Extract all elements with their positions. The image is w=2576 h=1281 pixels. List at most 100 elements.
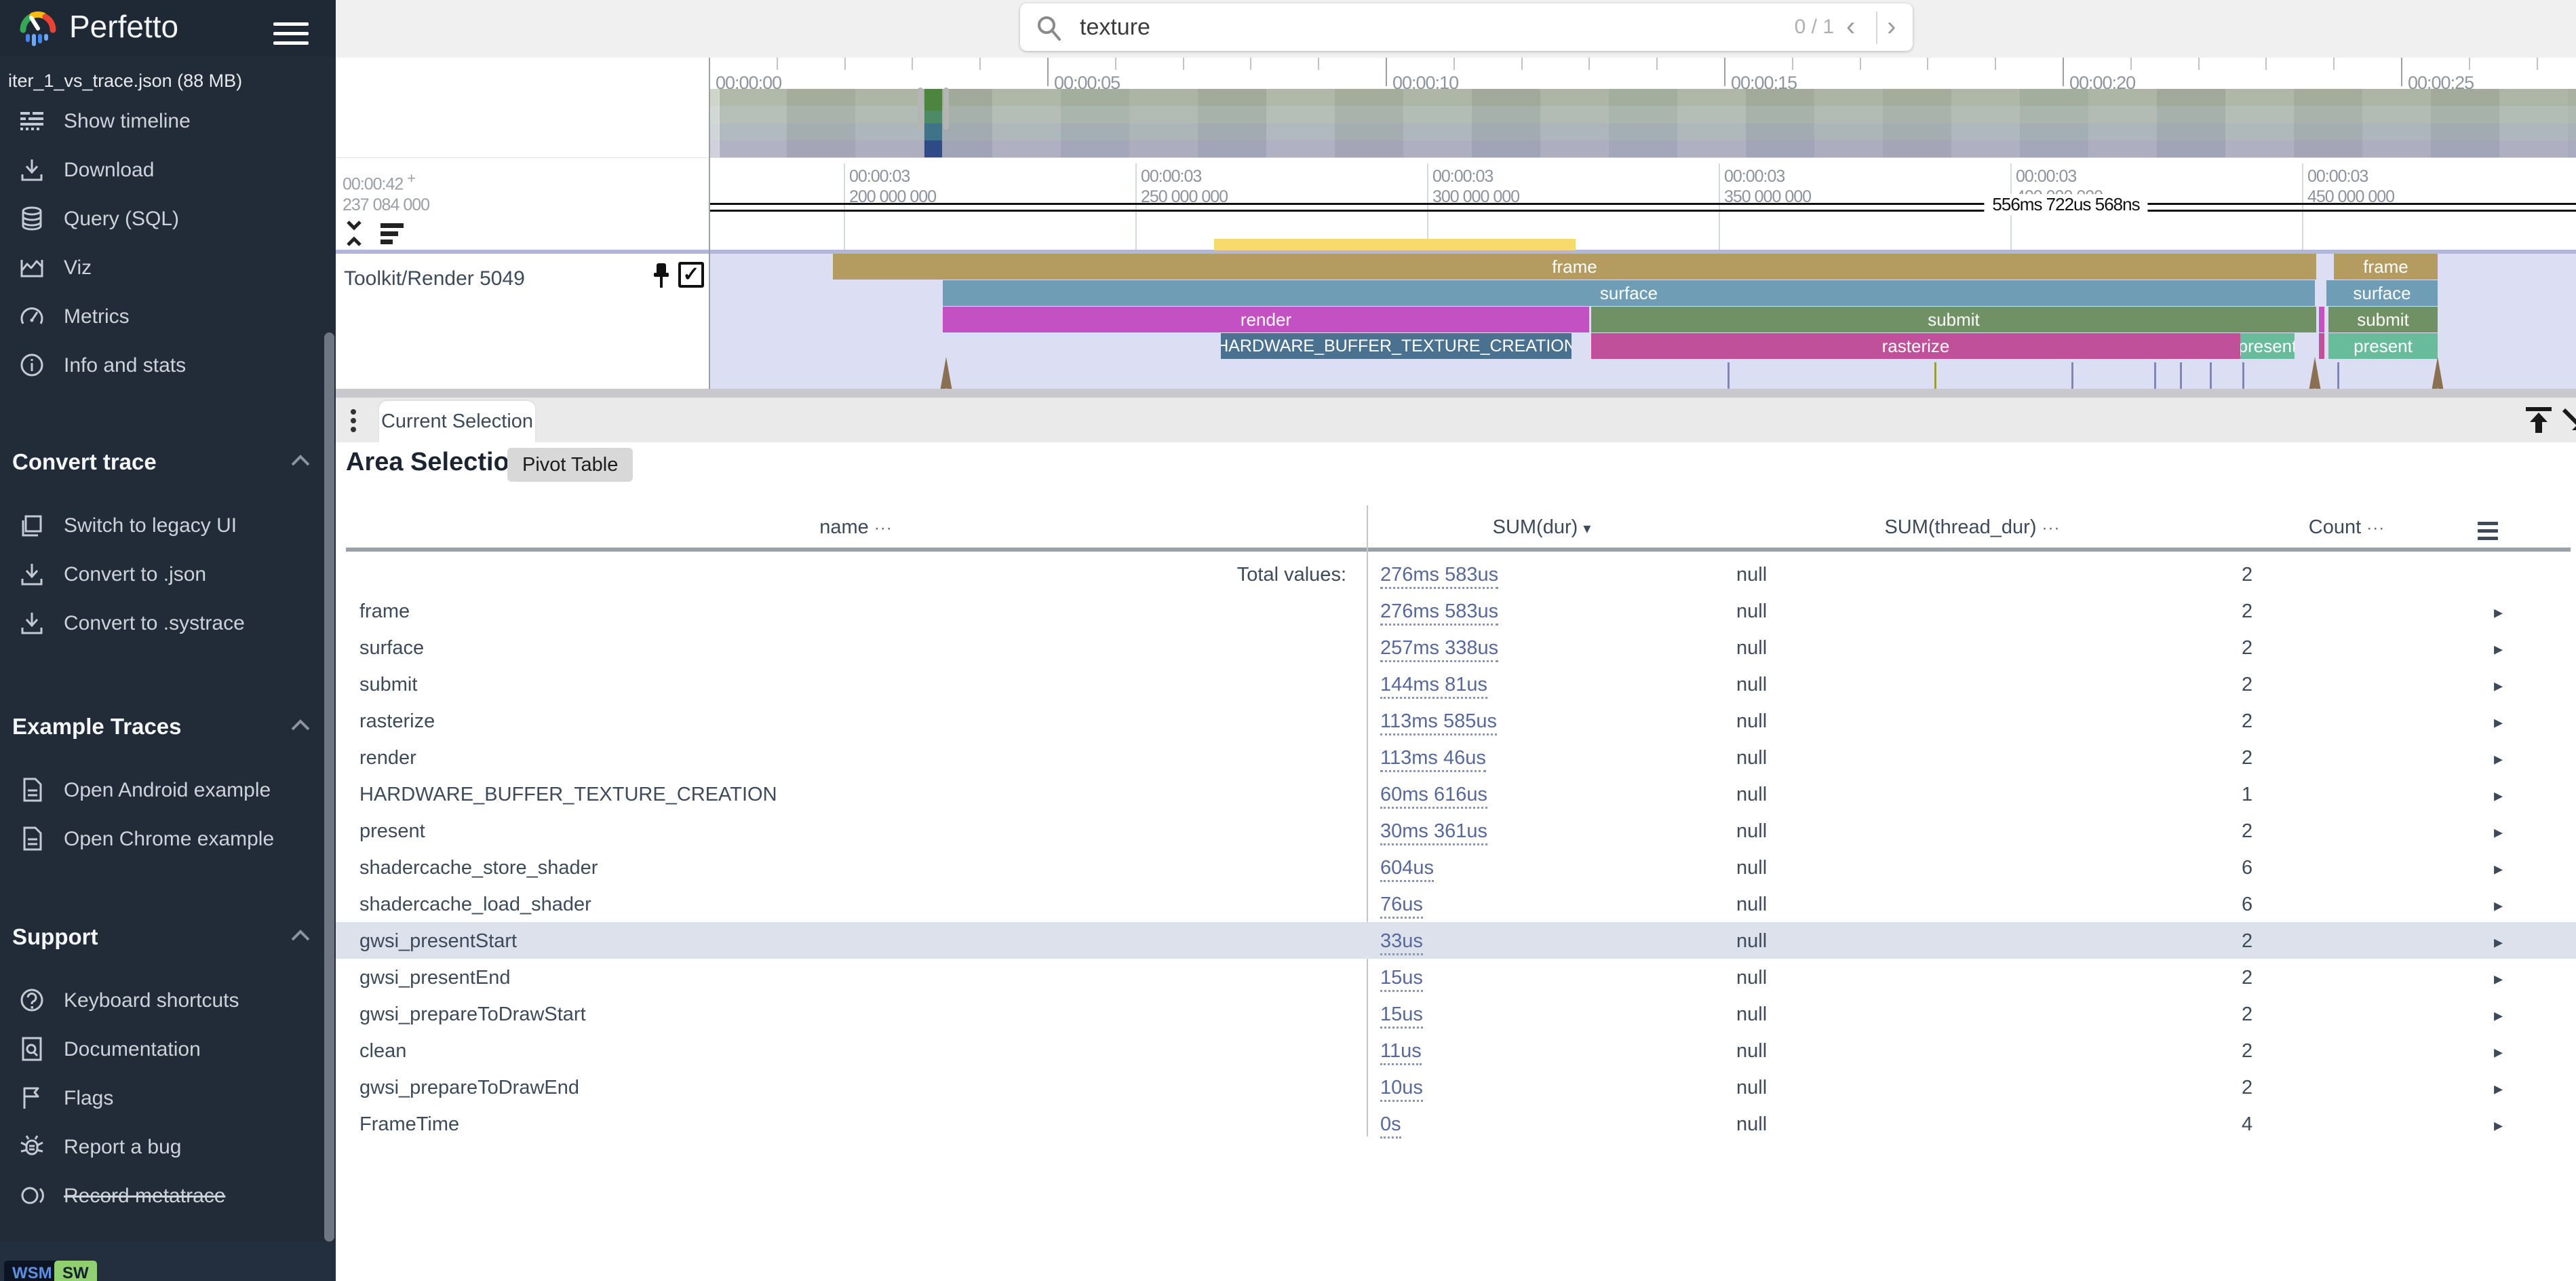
sidebar-item-info-and-stats[interactable]: Info and stats <box>0 341 336 390</box>
cell-sum-dur-link[interactable]: 276ms 583us <box>1380 600 1498 626</box>
sidebar-section-example-traces[interactable]: Example Traces <box>0 709 336 744</box>
sidebar-item-documentation[interactable]: Documentation <box>0 1025 336 1074</box>
sidebar-item-download[interactable]: Download <box>0 146 336 195</box>
sidebar-item-show-timeline[interactable]: Show timeline <box>0 97 336 146</box>
table-row-frametime[interactable]: FrameTime0snull4▸ <box>336 1105 2576 1142</box>
cell-sum-dur-link[interactable]: 10us <box>1380 1077 1423 1102</box>
viewport-handle-right[interactable] <box>943 88 949 130</box>
row-expand-icon[interactable]: ▸ <box>2494 895 2503 916</box>
sidebar-section-convert-trace[interactable]: Convert trace <box>0 444 336 480</box>
table-row-submit[interactable]: submit144ms 81usnull2▸ <box>336 666 2576 702</box>
area-selection-highlight[interactable] <box>1214 239 1576 250</box>
cell-sum-dur-link[interactable]: 15us <box>1380 1003 1423 1029</box>
slice-present[interactable]: present <box>2328 333 2438 359</box>
table-row-gwsi-presentend[interactable]: gwsi_presentEnd15usnull2▸ <box>336 959 2576 995</box>
column-menu-icon[interactable]: ··· <box>874 519 893 537</box>
sidebar-item-record-metatrace[interactable]: Record metatrace <box>0 1172 336 1221</box>
slice-rasterize[interactable]: rasterize <box>1591 333 2240 359</box>
row-expand-icon[interactable]: ▸ <box>2494 1005 2503 1026</box>
row-expand-icon[interactable]: ▸ <box>2494 1078 2503 1099</box>
tab-menu-kebab-icon[interactable] <box>351 406 356 436</box>
sidebar-section-support[interactable]: Support <box>0 919 336 955</box>
slice-hardware-buffer-texture-creation[interactable]: HARDWARE_BUFFER_TEXTURE_CREATION <box>1221 333 1572 359</box>
table-row-gwsi-presentstart[interactable]: gwsi_presentStart33usnull2▸ <box>336 922 2576 959</box>
row-expand-icon[interactable]: ▸ <box>2494 638 2503 659</box>
sidebar-item-switch-to-legacy-ui[interactable]: Switch to legacy UI <box>0 501 336 550</box>
cell-sum-dur-link[interactable]: 144ms 81us <box>1380 674 1487 699</box>
sidebar-item-keyboard-shortcuts[interactable]: Keyboard shortcuts <box>0 976 336 1025</box>
pin-icon[interactable] <box>649 262 674 297</box>
table-row-frame[interactable]: frame276ms 583usnull2▸ <box>336 592 2576 629</box>
cell-sum-dur-link[interactable]: 276ms 583us <box>1380 564 1498 589</box>
table-row-clean[interactable]: clean11usnull2▸ <box>336 1032 2576 1069</box>
chevron-up-icon[interactable] <box>288 717 313 737</box>
row-expand-icon[interactable]: ▸ <box>2494 858 2503 879</box>
slice-surface[interactable]: surface <box>943 280 2315 306</box>
row-expand-icon[interactable]: ▸ <box>2494 1115 2503 1136</box>
collapse-panel-icon[interactable] <box>2562 407 2576 437</box>
cell-sum-dur-link[interactable]: 604us <box>1380 857 1434 882</box>
sidebar-item-open-android-example[interactable]: Open Android example <box>0 766 336 815</box>
sidebar-item-viz[interactable]: Viz <box>0 244 336 292</box>
column-header-count[interactable]: Count ··· <box>2309 516 2385 539</box>
column-header-sum-thread-dur[interactable]: SUM(thread_dur) ··· <box>1884 516 2060 539</box>
cell-sum-dur-link[interactable]: 33us <box>1380 930 1423 955</box>
track-checkbox[interactable]: ✓ <box>678 262 704 288</box>
table-row-gwsi-preparetodrawend[interactable]: gwsi_prepareToDrawEnd10usnull2▸ <box>336 1069 2576 1105</box>
table-row-rasterize[interactable]: rasterize113ms 585usnull2▸ <box>336 702 2576 739</box>
chevron-up-icon[interactable] <box>288 928 313 947</box>
perfetto-logo-icon[interactable] <box>18 7 58 51</box>
row-expand-icon[interactable]: ▸ <box>2494 932 2503 953</box>
search-box[interactable]: texture 0 / 1 ‹ › <box>1020 3 1913 51</box>
slice-frame[interactable]: frame <box>2334 254 2438 280</box>
expand-panel-icon[interactable] <box>2523 404 2554 439</box>
cell-sum-dur-link[interactable]: 76us <box>1380 894 1423 919</box>
sidebar-hamburger-icon[interactable] <box>273 16 309 51</box>
pivot-table-button[interactable]: Pivot Table <box>507 448 633 482</box>
sidebar-scrollbar[interactable] <box>324 332 334 1242</box>
row-expand-icon[interactable]: ▸ <box>2494 968 2503 989</box>
cell-sum-dur-link[interactable]: 113ms 585us <box>1380 710 1497 735</box>
table-row-shadercache-store-shader[interactable]: shadercache_store_shader604usnull6▸ <box>336 849 2576 885</box>
overview-timeline[interactable]: 00:00:0000:00:0500:00:1000:00:1500:00:20… <box>336 58 2576 157</box>
tab-current-selection[interactable]: Current Selection <box>379 401 535 442</box>
slice-present[interactable]: present <box>2240 333 2295 359</box>
cell-sum-dur-link[interactable]: 30ms 361us <box>1380 820 1487 845</box>
sidebar-item-open-chrome-example[interactable]: Open Chrome example <box>0 815 336 864</box>
slice-submit[interactable]: submit <box>2328 307 2438 332</box>
cell-sum-dur-link[interactable]: 11us <box>1380 1040 1422 1065</box>
search-prev-button[interactable]: ‹ <box>1846 12 1855 42</box>
table-menu-icon[interactable] <box>2478 518 2498 544</box>
slice-render[interactable]: render <box>943 307 1589 332</box>
row-expand-icon[interactable]: ▸ <box>2494 602 2503 623</box>
sidebar-item-flags[interactable]: Flags <box>0 1074 336 1123</box>
overview-minimap[interactable] <box>709 89 2576 157</box>
search-input[interactable]: texture <box>1080 14 1150 41</box>
viewport-indicator[interactable] <box>924 89 942 157</box>
slice-submit[interactable]: submit <box>1591 307 2316 332</box>
cell-sum-dur-link[interactable]: 257ms 338us <box>1380 637 1498 662</box>
cell-sum-dur-link[interactable]: 15us <box>1380 967 1423 992</box>
table-row-surface[interactable]: surface257ms 338usnull2▸ <box>336 629 2576 666</box>
viewport-handle-left[interactable] <box>918 88 923 130</box>
track-shelf[interactable]: Toolkit/Render 5049 ✓ <box>336 254 709 389</box>
row-expand-icon[interactable]: ▸ <box>2494 1041 2503 1063</box>
cell-sum-dur-link[interactable]: 0s <box>1380 1113 1401 1139</box>
row-expand-icon[interactable]: ▸ <box>2494 822 2503 843</box>
sidebar-item-report-a-bug[interactable]: Report a bug <box>0 1123 336 1172</box>
sidebar-item-metrics[interactable]: Metrics <box>0 292 336 341</box>
table-row-present[interactable]: present30ms 361usnull2▸ <box>336 812 2576 849</box>
column-header-name[interactable]: name ··· <box>819 516 893 539</box>
row-expand-icon[interactable]: ▸ <box>2494 748 2503 769</box>
row-expand-icon[interactable]: ▸ <box>2494 712 2503 733</box>
chevron-up-icon[interactable] <box>288 453 313 472</box>
column-menu-icon[interactable]: ··· <box>2366 519 2385 537</box>
search-next-button[interactable]: › <box>1887 12 1896 42</box>
slice-sliver[interactable] <box>2319 307 2324 332</box>
track-canvas[interactable]: frameframesurfacesurfacerendersubmitsubm… <box>709 254 2576 389</box>
sort-desc-icon[interactable]: ▾ <box>1583 520 1591 537</box>
sidebar-item-convert-to-systrace[interactable]: Convert to .systrace <box>0 599 336 648</box>
table-row-render[interactable]: render113ms 46usnull2▸ <box>336 739 2576 776</box>
table-row-shadercache-load-shader[interactable]: shadercache_load_shader76usnull6▸ <box>336 885 2576 922</box>
cell-sum-dur-link[interactable]: 60ms 616us <box>1380 784 1487 809</box>
